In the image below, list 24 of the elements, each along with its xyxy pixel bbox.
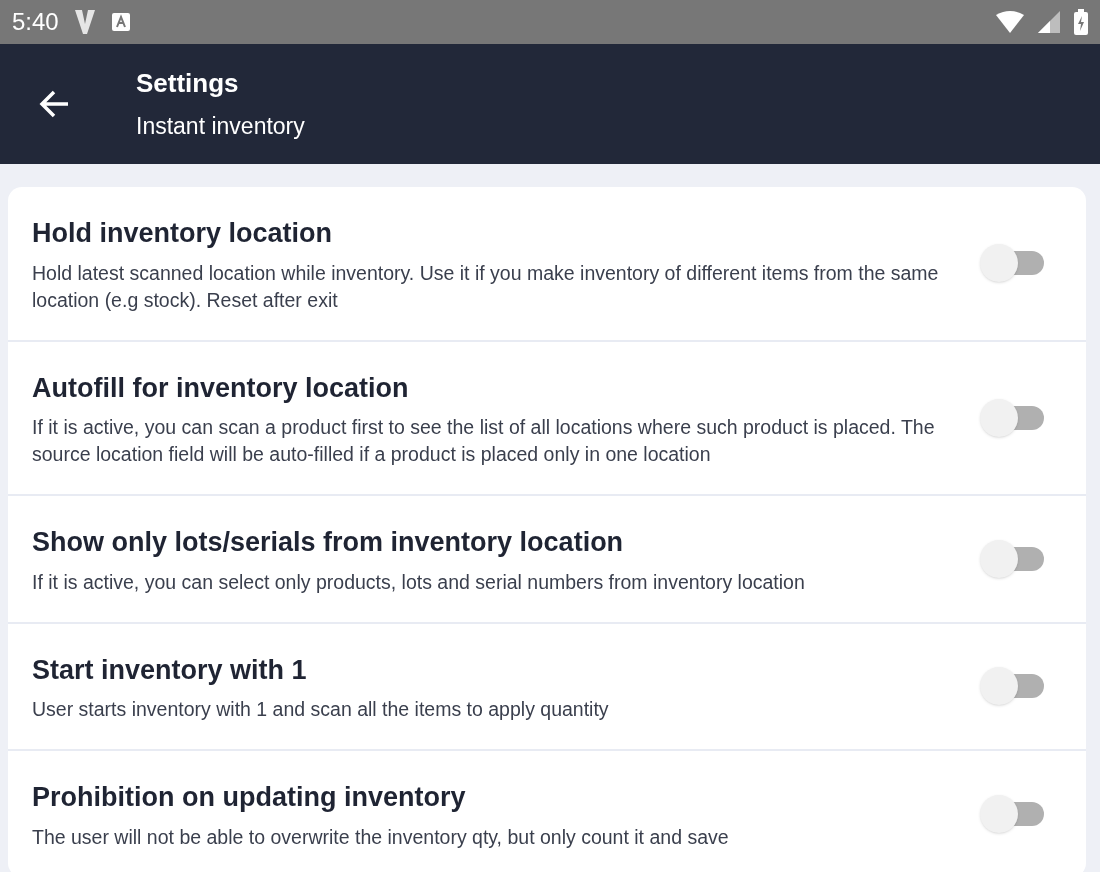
toggle-switch[interactable] [980, 666, 1046, 707]
wifi-icon [996, 11, 1024, 33]
setting-title: Prohibition on updating inventory [32, 781, 467, 814]
toggle-switch[interactable] [980, 243, 1046, 284]
toggle-switch[interactable] [980, 793, 1046, 834]
battery-icon [1074, 9, 1088, 35]
status-time: 5:40 [12, 7, 59, 37]
toggle-switch[interactable] [980, 397, 1046, 438]
setting-title: Hold inventory location [32, 217, 334, 250]
toggle-switch[interactable] [980, 538, 1046, 579]
v-logo-icon [72, 8, 97, 36]
signal-icon [1038, 11, 1060, 33]
letter-a-icon [110, 12, 131, 32]
setting-title: Show only lots/serials from inventory location [32, 526, 625, 559]
setting-description: If it is active, you can scan a product first to see the list of all locations where such product is placed. The source location field will be auto-filled if a product is placed only in one location [32, 415, 936, 467]
back-arrow-icon [38, 89, 70, 119]
setting-title: Autofill for inventory location [32, 371, 410, 405]
setting-description: The user will not be able to overwrite the inventory qty, but only count it and save [32, 824, 730, 850]
screen-subtitle: Instant inventory [136, 112, 305, 142]
setting-description: User starts inventory with 1 and scan all the items to apply quantity [32, 697, 610, 722]
setting-description: Hold latest scanned location while inventory. Use it if you make inventory of different items from the same location (e.g stock). Reset after exit [32, 260, 940, 313]
setting-description: If it is active, you can select only products, lots and serial numbers from inventory location [32, 569, 806, 595]
screen-title: Settings [136, 67, 240, 101]
setting-title: Start inventory with 1 [32, 653, 308, 687]
